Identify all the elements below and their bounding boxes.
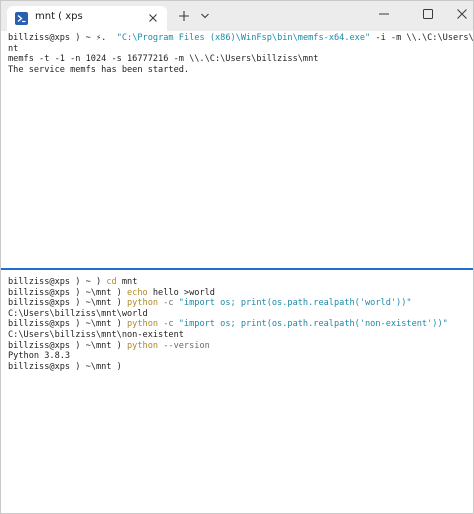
maximize-icon[interactable] (421, 7, 435, 21)
close-icon[interactable] (455, 7, 469, 21)
prompt: billziss@xps ) ~\mnt ) (8, 319, 127, 330)
tab-title: mnt ( xps (35, 11, 83, 22)
prompt: billziss@xps ) ~ (8, 33, 96, 43)
arguments: mnt (116, 277, 138, 287)
pane-divider[interactable] (1, 268, 473, 270)
prompt: billziss@xps ) ~\mnt ) (8, 298, 127, 309)
terminal-line: billziss@xps ) ~ ) cd mnt (8, 277, 473, 288)
terminal-line: Python 3.8.3 (8, 351, 71, 362)
title-bar[interactable]: mnt ( xps (1, 1, 473, 31)
prompt: billziss@xps ) ~\mnt ) (8, 361, 127, 372)
plus-icon[interactable] (177, 9, 191, 23)
tab-mnt-xps[interactable]: mnt ( xps (7, 6, 167, 31)
chevron-down-icon[interactable] (199, 11, 211, 21)
terminal-line: billziss@xps ) ~\mnt ) (8, 362, 473, 373)
arguments: -c (158, 298, 179, 309)
command: python (127, 298, 159, 309)
command: ⚡. (95, 33, 107, 43)
terminal-line: memfs -t -1 -n 1024 -s 16777216 -m \\.\C… (8, 54, 319, 65)
prompt: billziss@xps ) ~\mnt ) (8, 287, 127, 298)
command: echo (127, 287, 148, 298)
string-argument: "C:\Program Files (x86)\WinFsp\bin\memfs… (116, 33, 371, 43)
arguments: --version (158, 340, 210, 351)
terminal-pane-top[interactable]: billziss@xps ) ~ ⚡. "C:\Program Files (x… (1, 31, 473, 268)
terminal-window: mnt ( xps billziss@xps ) ~ ⚡. "C:\Progra… (0, 0, 474, 514)
prompt: billziss@xps ) ~ ) (8, 277, 107, 287)
arguments: hello >world (147, 287, 215, 298)
terminal-line: billziss@xps ) ~\mnt ) echo hello >world (8, 288, 473, 299)
terminal-line: C:\Users\billziss\mnt\non-existent (8, 329, 184, 340)
powershell-icon (15, 12, 28, 25)
terminal-line: nt (8, 43, 19, 54)
close-tab-icon[interactable] (147, 12, 159, 24)
terminal-line: billziss@xps ) ~\mnt ) python -c "import… (8, 298, 473, 309)
minimize-icon[interactable] (377, 7, 391, 21)
prompt: billziss@xps ) ~\mnt ) (8, 340, 127, 351)
terminal-line: billziss@xps ) ~ ⚡. "C:\Program Files (x… (8, 33, 473, 44)
terminal-line: billziss@xps ) ~\mnt ) python --version (8, 341, 473, 352)
command: python (127, 319, 159, 330)
terminal-line: billziss@xps ) ~\mnt ) python -c "import… (8, 319, 473, 330)
string-argument: "import os; print(os.path.realpath('non-… (178, 319, 448, 330)
terminal-line: C:\Users\billziss\mnt\world (8, 308, 148, 319)
string-argument: "import os; print(os.path.realpath('worl… (178, 298, 412, 309)
arguments: -i -m \\.\C:\Users\billziss\m (375, 33, 474, 43)
command: python (127, 340, 159, 351)
command: cd (106, 277, 117, 287)
terminal-line: The service memfs has been started. (8, 64, 190, 75)
terminal-pane-bottom[interactable]: billziss@xps ) ~ ) cd mnt billziss@xps )… (1, 271, 473, 513)
arguments: -c (158, 319, 179, 330)
